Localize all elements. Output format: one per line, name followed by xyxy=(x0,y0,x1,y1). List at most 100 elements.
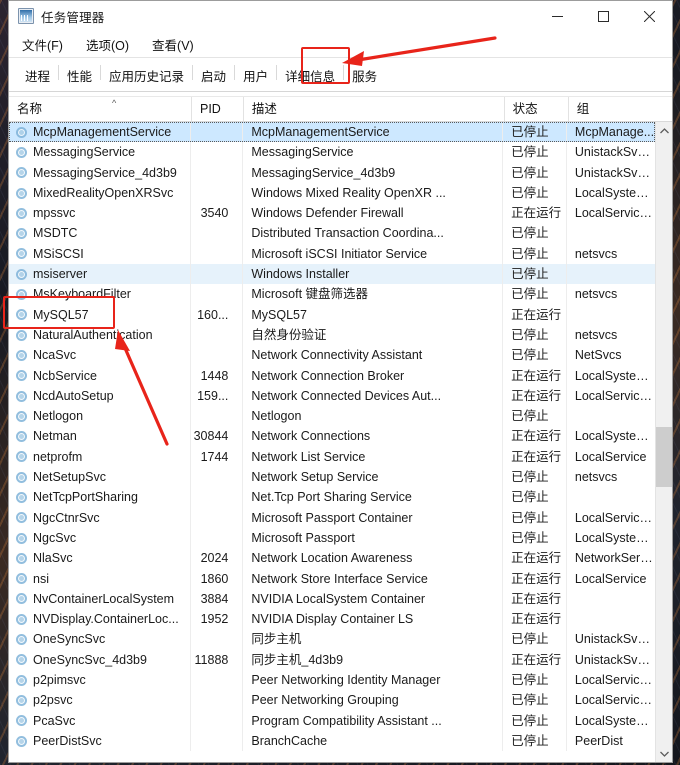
cell-group: UnistackSvcG... xyxy=(574,165,655,180)
cell-group: netsvcs xyxy=(574,287,618,302)
cell-pid xyxy=(191,162,244,183)
cell-description: Windows Installer xyxy=(243,264,504,285)
table-row[interactable]: nsi 1860 Network Store Interface Service 正在… xyxy=(9,568,655,589)
cell-status: 已停止 xyxy=(503,629,567,650)
table-row[interactable]: NcbService 1448 Network Connection Broker 正… xyxy=(9,365,655,386)
cell-description: NVIDIA Display Container LS xyxy=(243,609,504,630)
tab-bar: 进程 性能 应用历史记录 启动 用户 详细信息 服务 xyxy=(9,58,672,92)
menu-file[interactable]: 文件(F) xyxy=(19,33,66,56)
table-row[interactable]: p2pimsvc Peer Networking Identity Manager… xyxy=(9,670,655,691)
cell-pid xyxy=(191,507,244,528)
cell-status: 已停止 xyxy=(503,284,567,305)
cell-description: McpManagementService xyxy=(243,122,504,143)
cell-pid: 1860 xyxy=(191,568,244,589)
cell-status: 已停止 xyxy=(503,122,567,143)
table-row[interactable]: MsKeyboardFilter Microsoft 键盘筛选器 已停止 netsvc… xyxy=(9,284,655,305)
service-name-label: McpManagementService xyxy=(33,125,172,139)
tab-users[interactable]: 用户 xyxy=(235,62,276,91)
cell-pid xyxy=(191,406,244,427)
tab-details[interactable]: 详细信息 xyxy=(277,62,343,91)
table-row[interactable]: msiserver Windows Installer 已停止 xyxy=(9,264,655,285)
column-header-name[interactable]: 名称 ^ xyxy=(9,97,192,121)
close-button[interactable] xyxy=(626,1,672,31)
service-gear-icon xyxy=(15,714,28,727)
table-row[interactable]: NvContainerLocalSystem 3884 NVIDIA LocalSy… xyxy=(9,588,655,610)
table-row[interactable]: MySQL57 160... MySQL57 正在运行 xyxy=(9,304,655,325)
cell-description: Net.Tcp Port Sharing Service xyxy=(243,487,504,508)
table-row[interactable]: MSiSCSI Microsoft iSCSI Initiator Service… xyxy=(9,243,655,265)
service-gear-icon xyxy=(15,633,28,646)
cell-description: Windows Mixed Reality OpenXR ... xyxy=(243,182,504,204)
table-row[interactable]: PeerDistSvc BranchCache 已停止 PeerDist xyxy=(9,730,655,752)
table-row[interactable]: OneSyncSvc 同步主机 已停止 UnistackSvcG... xyxy=(9,629,655,650)
service-gear-icon xyxy=(15,369,28,382)
cell-pid xyxy=(191,345,244,366)
table-row[interactable]: NetSetupSvc Network Setup Service 已停止 netsv… xyxy=(9,467,655,488)
window-title: 任务管理器 xyxy=(41,10,105,25)
menu-view[interactable]: 查看(V) xyxy=(149,33,197,56)
table-row[interactable]: p2psvc Peer Networking Grouping 已停止 LocalSe… xyxy=(9,690,655,711)
cell-status: 已停止 xyxy=(503,690,567,711)
table-row[interactable]: NaturalAuthentication 自然身份验证 已停止 netsvcs xyxy=(9,324,655,346)
cell-pid xyxy=(191,710,244,731)
scroll-up-arrow-icon[interactable] xyxy=(656,122,672,139)
table-row[interactable]: NcaSvc Network Connectivity Assistant 已停止 N… xyxy=(9,345,655,366)
service-gear-icon xyxy=(15,308,28,321)
cell-status: 已停止 xyxy=(503,507,567,528)
table-row[interactable]: NgcCtnrSvc Microsoft Passport Container 已停… xyxy=(9,507,655,528)
cell-name: MessagingService xyxy=(9,142,191,163)
table-row[interactable]: NgcSvc Microsoft Passport 已停止 LocalSystem..… xyxy=(9,527,655,549)
table-row[interactable]: PcaSvc Program Compatibility Assistant ..… xyxy=(9,710,655,731)
cell-group: PeerDist xyxy=(574,733,623,748)
table-row[interactable]: NlaSvc 2024 Network Location Awareness 正在运行… xyxy=(9,548,655,569)
cell-status: 已停止 xyxy=(503,264,567,285)
table-row[interactable]: OneSyncSvc_4d3b9 11888 同步主机_4d3b9 正在运行 Unist… xyxy=(9,649,655,671)
table-row[interactable]: Netman 30844 Network Connections 正在运行 LocalS… xyxy=(9,426,655,447)
service-name-label: MessagingService xyxy=(33,145,136,160)
cell-description: Windows Defender Firewall xyxy=(243,203,504,224)
cell-status: 已停止 xyxy=(503,324,567,346)
scrollbar-thumb[interactable] xyxy=(656,427,672,487)
scroll-down-arrow-icon[interactable] xyxy=(656,745,672,762)
cell-pid xyxy=(191,264,244,285)
table-row[interactable]: netprofm 1744 Network List Service 正在运行 Loca… xyxy=(9,446,655,468)
table-row[interactable]: MessagingService_4d3b9 MessagingService_4… xyxy=(9,162,655,183)
tab-services[interactable]: 服务 xyxy=(344,62,386,91)
vertical-scrollbar[interactable] xyxy=(655,122,672,762)
minimize-button[interactable] xyxy=(534,1,580,31)
cell-description: Network Connected Devices Aut... xyxy=(243,385,504,407)
cell-status: 已停止 xyxy=(503,730,567,752)
cell-status: 正在运行 xyxy=(503,548,567,569)
table-row[interactable]: NcdAutoSetup 159... Network Connected Devi… xyxy=(9,385,655,407)
table-row[interactable]: mpssvc 3540 Windows Defender Firewall 正在运行 L… xyxy=(9,203,655,224)
tab-startup[interactable]: 启动 xyxy=(193,62,234,91)
cell-status: 正在运行 xyxy=(503,365,567,386)
cell-group: LocalService... xyxy=(574,673,655,688)
service-name-label: netprofm xyxy=(33,449,83,464)
tab-processes[interactable]: 进程 xyxy=(17,62,58,91)
table-row[interactable]: MessagingService MessagingService 已停止 Unist… xyxy=(9,142,655,163)
column-header-description[interactable]: 描述 xyxy=(244,97,505,121)
cell-pid: 1448 xyxy=(191,365,244,386)
table-row[interactable]: MSDTC Distributed Transaction Coordina...… xyxy=(9,223,655,244)
tab-app-history[interactable]: 应用历史记录 xyxy=(101,62,192,91)
cell-status: 已停止 xyxy=(503,467,567,488)
column-header-pid[interactable]: PID xyxy=(192,97,244,121)
service-gear-icon xyxy=(15,450,28,463)
column-header-group[interactable]: 组 xyxy=(569,97,657,121)
scrollbar-track[interactable] xyxy=(656,139,672,745)
table-row[interactable]: NetTcpPortSharing Net.Tcp Port Sharing Se… xyxy=(9,487,655,508)
column-header-status[interactable]: 状态 xyxy=(505,97,569,121)
maximize-button[interactable] xyxy=(580,1,626,31)
cell-description: 自然身份验证 xyxy=(243,324,504,346)
cell-group: netsvcs xyxy=(574,246,618,261)
table-row[interactable]: MixedRealityOpenXRSvc Windows Mixed Reali… xyxy=(9,182,655,204)
table-row[interactable]: NVDisplay.ContainerLoc... 1952 NVIDIA Disp… xyxy=(9,609,655,630)
cell-group xyxy=(567,305,655,325)
table-row[interactable]: McpManagementService McpManagementService… xyxy=(9,122,655,143)
menu-options[interactable]: 选项(O) xyxy=(83,33,132,56)
cell-description: NVIDIA LocalSystem Container xyxy=(243,588,504,610)
table-row[interactable]: Netlogon Netlogon 已停止 xyxy=(9,406,655,427)
service-name-label: NcaSvc xyxy=(33,348,77,363)
tab-performance[interactable]: 性能 xyxy=(59,62,100,91)
